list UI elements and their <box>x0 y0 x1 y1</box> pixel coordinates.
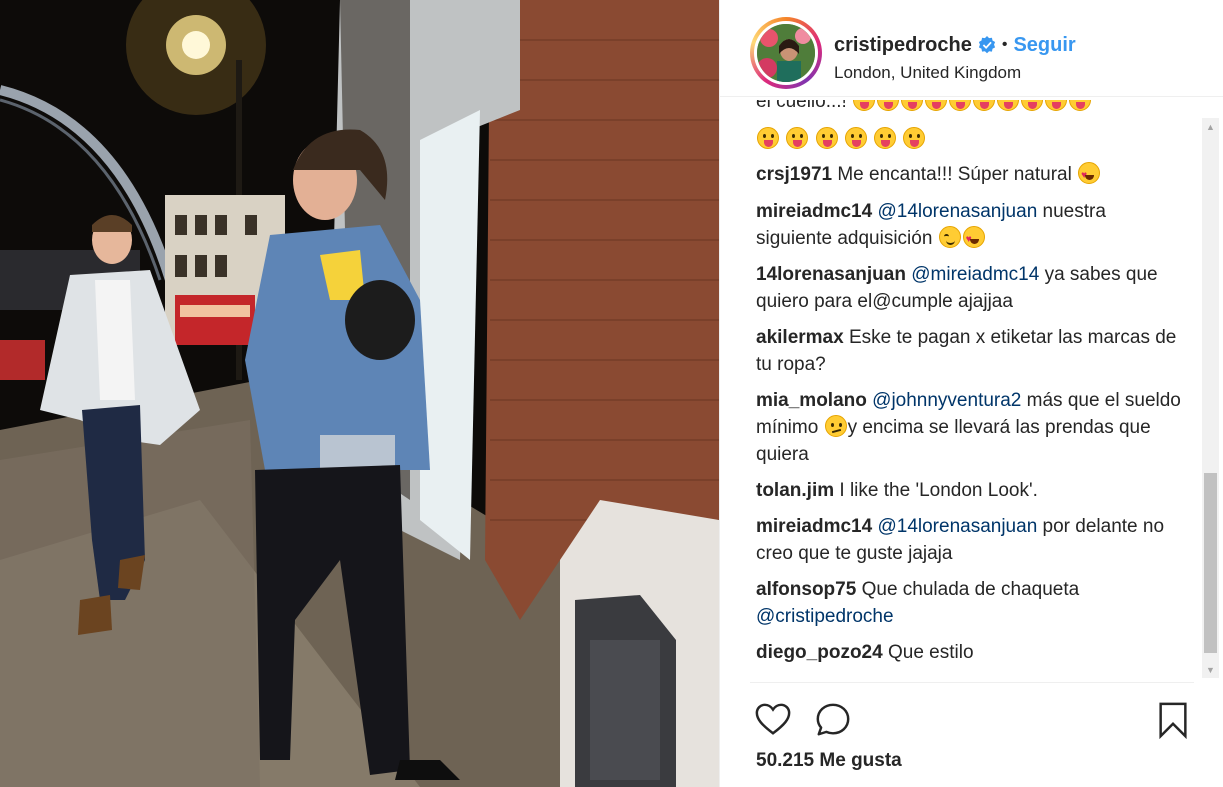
emoji-icon <box>925 100 948 111</box>
comment-bubble-icon[interactable] <box>814 701 852 739</box>
avatar[interactable] <box>754 21 818 85</box>
list-item: mia_molano @johnnyventura2 más que el su… <box>756 387 1186 468</box>
separator-dot: • <box>1001 36 1008 53</box>
post-location[interactable]: London, United Kingdom <box>834 63 1021 83</box>
street-night-photo <box>0 0 719 787</box>
verified-badge-icon <box>978 36 995 54</box>
comment-username[interactable]: tolan.jim <box>756 480 834 501</box>
comment-text: Me encanta!!! Súper natural <box>837 164 1072 185</box>
comment-mention[interactable]: @14lorenasanjuan <box>877 516 1037 537</box>
heart-eyes-emoji-icon <box>1078 162 1101 189</box>
comment-username[interactable]: alfonsop75 <box>756 579 856 600</box>
list-item: alfonsop75 Que chulada de chaqueta @cris… <box>756 576 1186 630</box>
heart-icon[interactable] <box>754 701 792 739</box>
emoji-icon <box>1069 100 1092 111</box>
list-item: mireiadmc14 @14lorenasanjuan nuestra sig… <box>756 198 1186 253</box>
comment-username[interactable]: mireiadmc14 <box>756 201 872 222</box>
bookmark-icon[interactable] <box>1154 701 1192 739</box>
comment-text: el cuello...! <box>756 100 847 112</box>
emoji-icon <box>901 100 924 111</box>
confused-emoji-icon <box>824 415 847 437</box>
comment-text: Que estilo <box>887 642 974 663</box>
scroll-down-arrow-icon[interactable]: ▼ <box>1202 661 1219 678</box>
emoji-icon <box>853 100 876 111</box>
emoji-icon <box>903 127 926 149</box>
post-details-panel: cristipedroche • Seguir London, United K… <box>719 0 1223 787</box>
comment-username[interactable]: diego_pozo24 <box>756 642 883 663</box>
list-item: tolan.jim I like the 'London Look'. <box>756 477 1186 504</box>
emoji-icon <box>877 100 900 111</box>
story-ring[interactable] <box>750 17 822 89</box>
likes-count[interactable]: 50.215 Me gusta <box>756 750 902 772</box>
post-actions: 50.215 Me gusta <box>750 682 1194 787</box>
emoji-icon <box>1021 100 1044 111</box>
list-item: el cuello...! <box>756 100 1186 125</box>
emoji-icon <box>874 127 897 149</box>
comment-mention[interactable]: @14lorenasanjuan <box>877 201 1037 222</box>
emoji-icon <box>815 127 838 149</box>
comment-mention[interactable]: @mireiadmc14 <box>911 264 1039 285</box>
comment-text: Que chulada de chaqueta <box>861 579 1080 600</box>
list-item: 14lorenasanjuan @mireiadmc14 ya sabes qu… <box>756 261 1186 315</box>
list-item: akilermax Eske te pagan x etiketar las m… <box>756 324 1186 378</box>
emoji-icon <box>844 127 867 149</box>
list-item: crsj1971 Me encanta!!! Súper natural <box>756 161 1186 189</box>
list-item: diego_pozo24 Que estilo <box>756 639 1186 666</box>
comment-username[interactable]: 14lorenasanjuan <box>756 264 906 285</box>
comment-mention[interactable]: @cristipedroche <box>756 606 894 627</box>
emoji-icon <box>1045 100 1068 111</box>
list-item <box>756 126 1186 153</box>
list-item: mireiadmc14 @14lorenasanjuan por delante… <box>756 513 1186 567</box>
scrollbar-thumb[interactable] <box>1204 473 1217 653</box>
emoji-icon <box>949 100 972 111</box>
comment-username[interactable]: mireiadmc14 <box>756 516 872 537</box>
emoji-icon <box>786 127 809 149</box>
scroll-up-arrow-icon[interactable]: ▲ <box>1202 118 1219 135</box>
comment-username[interactable]: akilermax <box>756 327 844 348</box>
follow-button[interactable]: Seguir <box>1013 34 1075 57</box>
emoji-icon <box>973 100 996 111</box>
post-username[interactable]: cristipedroche <box>834 34 972 57</box>
post-header: cristipedroche • Seguir London, United K… <box>720 0 1223 97</box>
comment-username[interactable]: crsj1971 <box>756 164 832 185</box>
comment-mention[interactable]: @johnnyventura2 <box>872 390 1021 411</box>
comment-username[interactable]: mia_molano <box>756 390 867 411</box>
comment-text: I like the 'London Look'. <box>839 480 1038 501</box>
heart-eyes-emoji-icon <box>962 226 985 253</box>
smiling-emoji-icon <box>938 226 961 248</box>
emoji-icon <box>997 100 1020 111</box>
post-photo[interactable] <box>0 0 719 787</box>
comments-list: el cuello...! crsj1971 Me encanta!!! Súp… <box>720 98 1223 682</box>
emoji-icon <box>757 127 779 149</box>
comments-scrollbar[interactable]: ▲ ▼ <box>1202 118 1219 678</box>
